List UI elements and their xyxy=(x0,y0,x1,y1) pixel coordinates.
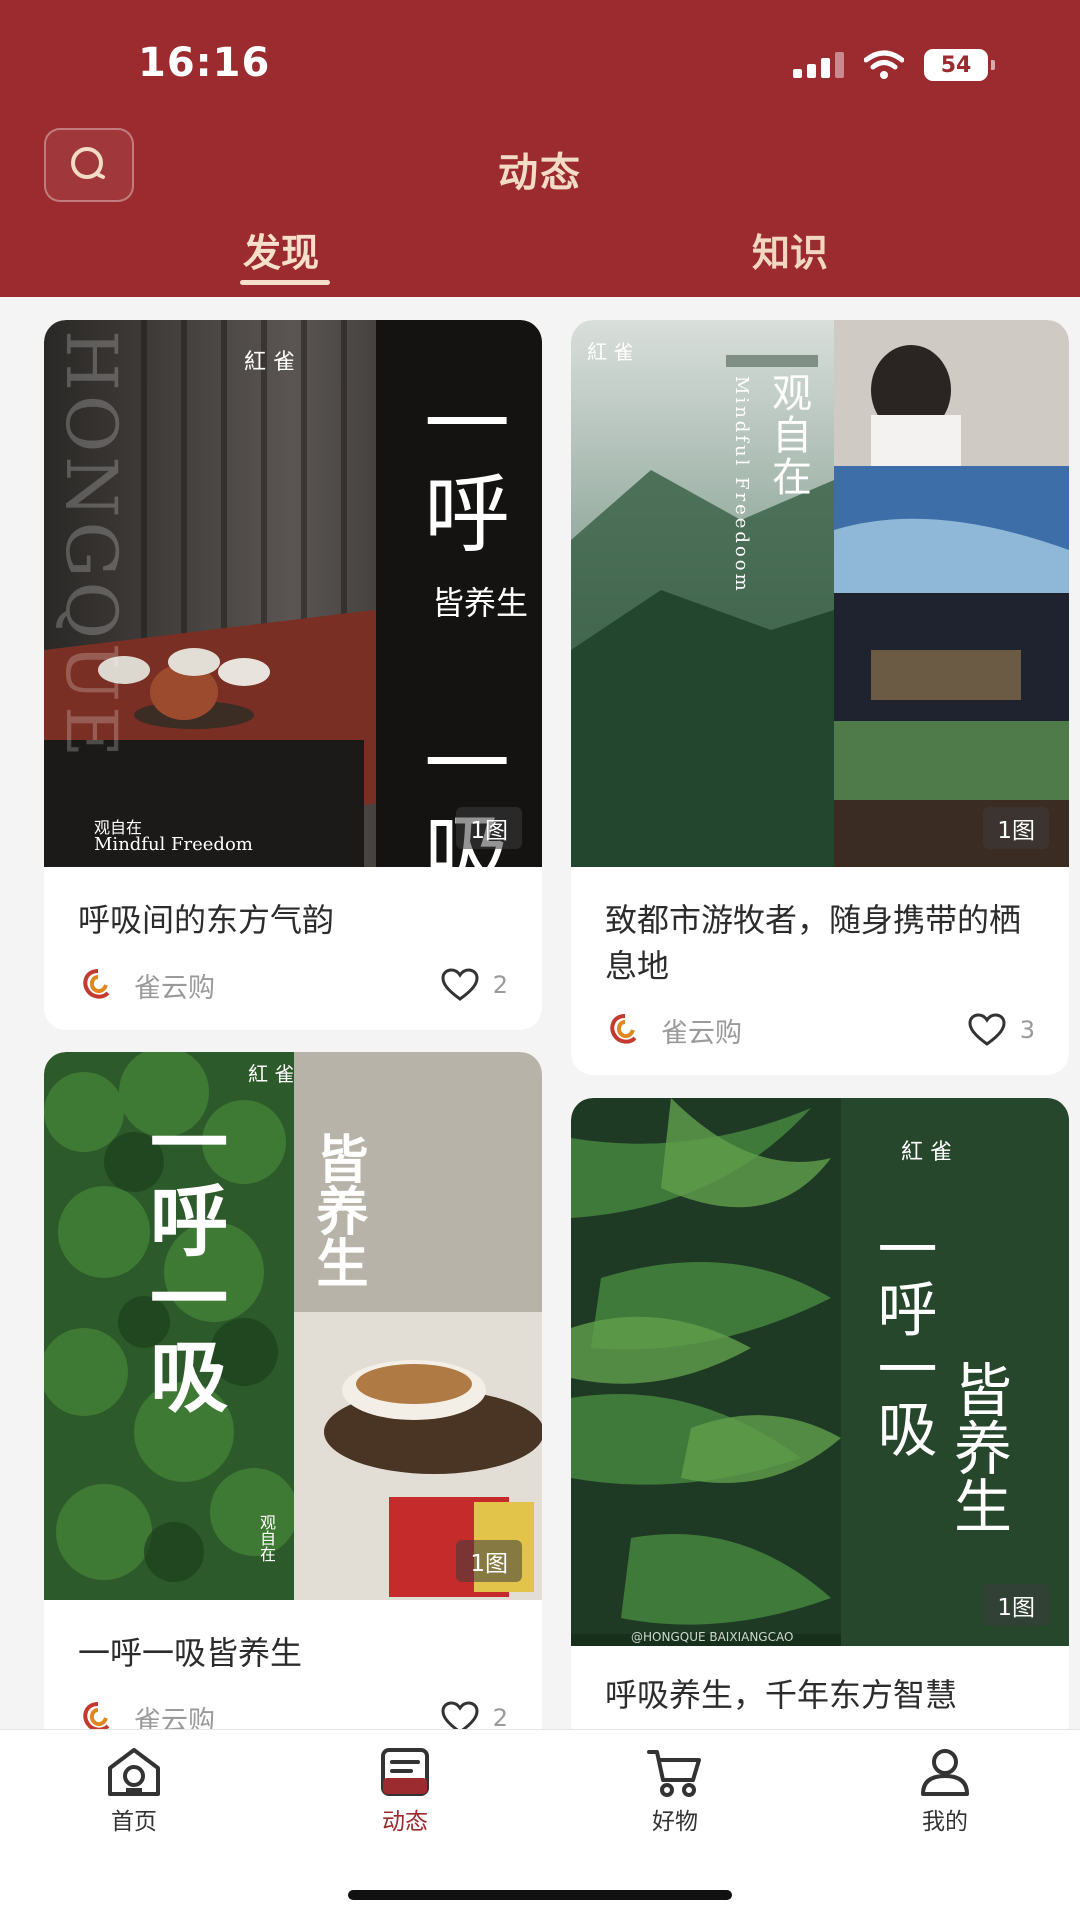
battery-indicator: 54 xyxy=(924,49,995,81)
nav-label: 我的 xyxy=(922,1809,968,1835)
nav-label: 首页 xyxy=(111,1809,157,1835)
card-title: 呼吸间的东方气韵 xyxy=(78,901,335,939)
active-tab-indicator xyxy=(240,280,330,285)
heart-icon xyxy=(968,1013,1006,1046)
feed-card[interactable]: 紅 雀 一呼一吸 皆养生 @HONGQUE BAIXIANGCAO 1图 呼吸养… xyxy=(571,1098,1069,1798)
brand-logo: 紅 雀 xyxy=(901,1140,952,1165)
headline-top: 一呼 xyxy=(424,375,510,565)
brand-logo: 紅 雀 xyxy=(248,1062,295,1086)
caption-sub: Mindful Freedoom xyxy=(731,376,752,594)
headline-vertical: 一呼一吸 xyxy=(137,1102,228,1414)
misty-forest-collage-image xyxy=(571,320,1069,867)
feed-card[interactable]: HONGQUE 紅 雀 一呼 皆养生 一吸 观自在 Mindful Freedo… xyxy=(44,320,542,1030)
nav-feed[interactable]: 动态 xyxy=(340,1744,470,1836)
headline-vertical: 观自在 xyxy=(765,372,811,498)
card-image: HONGQUE 紅 雀 一呼 皆养生 一吸 观自在 Mindful Freedo… xyxy=(44,320,542,867)
author-logo-icon xyxy=(610,1014,637,1044)
card-image: 紅 雀 一呼一吸 皆养生 观自在 1图 xyxy=(44,1052,542,1600)
nav-profile[interactable]: 我的 xyxy=(880,1744,1010,1836)
tab-discover[interactable]: 发现 xyxy=(243,222,319,277)
author-logo-icon xyxy=(83,969,110,999)
image-count-badge: 1图 xyxy=(456,807,522,849)
card-title: 致都市游牧者，随身携带的栖息地 xyxy=(605,901,1022,985)
tab-knowledge[interactable]: 知识 xyxy=(752,222,828,277)
wifi-icon xyxy=(864,50,904,79)
status-icons: 54 xyxy=(793,48,995,82)
card-meta: 雀云购 2 xyxy=(78,965,508,1005)
forest-coffee-image xyxy=(44,1052,542,1600)
cellular-signal-icon xyxy=(793,52,844,78)
headline-mid: 皆养生 xyxy=(432,584,529,622)
like-count: 2 xyxy=(492,1704,508,1732)
like-count: 3 xyxy=(1019,1016,1035,1044)
home-icon xyxy=(108,1748,160,1796)
brand-logo: 紅 雀 xyxy=(587,340,634,364)
page-title: 动态 xyxy=(498,150,582,196)
like-button[interactable]: 3 xyxy=(968,1013,1035,1047)
nav-home[interactable]: 首页 xyxy=(69,1744,199,1836)
card-title: 一呼一吸皆养生 xyxy=(78,1634,303,1672)
home-indicator[interactable] xyxy=(348,1890,732,1900)
caption-small: 观自在 xyxy=(257,1514,276,1562)
nav-label: 动态 xyxy=(382,1809,428,1835)
nav-label: 好物 xyxy=(652,1809,698,1835)
image-count-badge: 1图 xyxy=(456,1540,522,1582)
card-image: 紅 雀 一呼一吸 皆养生 @HONGQUE BAIXIANGCAO 1图 xyxy=(571,1098,1069,1646)
caption-sub: Mindful Freedom xyxy=(94,834,253,855)
author-name: 雀云购 xyxy=(134,972,215,1004)
profile-icon xyxy=(921,1749,969,1796)
feed-icon xyxy=(381,1748,429,1796)
headline-mid: 皆养生 xyxy=(307,1132,368,1288)
like-count: 2 xyxy=(492,971,508,999)
headline-mid: 皆养生 xyxy=(944,1360,1012,1534)
author-name: 雀云购 xyxy=(661,1017,742,1049)
nav-goods[interactable]: 好物 xyxy=(610,1744,740,1836)
feed-card[interactable]: 紅 雀 一呼一吸 皆养生 观自在 1图 一呼一吸皆养生 雀云购 2 xyxy=(44,1052,542,1772)
brand-watermark: HONGQUE xyxy=(50,330,132,762)
caption-footer: @HONGQUE BAIXIANGCAO xyxy=(631,1630,794,1644)
brand-logo: 紅 雀 xyxy=(244,350,295,375)
image-count-badge: 1图 xyxy=(983,807,1049,849)
cart-icon xyxy=(647,1750,701,1797)
card-image: 紅 雀 观自在 Mindful Freedoom 1图 xyxy=(571,320,1069,867)
card-title: 呼吸养生，千年东方智慧 xyxy=(605,1676,958,1714)
image-count-badge: 1图 xyxy=(983,1584,1049,1626)
status-time: 16:16 xyxy=(138,40,271,86)
app-header: 16:16 54 动态 发现 知识 xyxy=(0,0,1080,297)
card-meta: 雀云购 3 xyxy=(605,1010,1035,1050)
headline-vertical: 一呼一吸 xyxy=(867,1218,937,1458)
heart-icon xyxy=(441,968,479,1001)
feed-card[interactable]: 紅 雀 观自在 Mindful Freedoom 1图 致都市游牧者，随身携带的… xyxy=(571,320,1069,1075)
like-button[interactable]: 2 xyxy=(441,968,508,1002)
